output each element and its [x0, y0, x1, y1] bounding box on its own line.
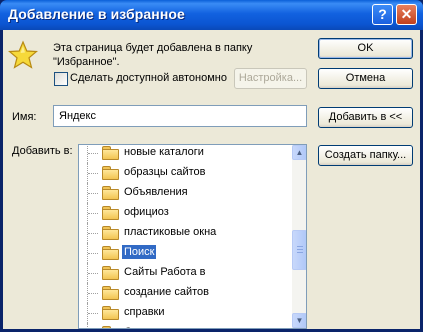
folder-item[interactable]: пластиковые окна: [79, 223, 292, 243]
scroll-down-icon: ▼: [295, 316, 304, 325]
cancel-button[interactable]: Отмена: [318, 68, 413, 89]
tree-line: [87, 323, 89, 328]
offline-label[interactable]: Сделать доступной автономно: [70, 72, 227, 84]
folder-name: пластиковые окна: [124, 226, 217, 238]
tree-branch: [88, 293, 98, 294]
folder-icon: [102, 306, 119, 320]
folder-item[interactable]: справки: [79, 303, 292, 323]
name-input[interactable]: Яндекс: [53, 105, 307, 127]
name-label: Имя:: [12, 111, 37, 123]
help-button[interactable]: ?: [372, 4, 393, 25]
folder-tree[interactable]: новые каталоги образцы сайтов Объявления оф…: [78, 144, 307, 329]
new-folder-button[interactable]: Создать папку...: [318, 145, 413, 166]
folder-name: Ссылки: [124, 326, 163, 328]
add-to-toggle-button[interactable]: Добавить в <<: [318, 107, 413, 128]
folder-name: Объявления: [124, 186, 188, 198]
close-icon: ✕: [400, 6, 413, 22]
tree-branch: [88, 253, 98, 254]
tree-branch: [88, 273, 98, 274]
favorites-star-icon: [8, 40, 38, 69]
tree-branch: [88, 313, 98, 314]
folder-icon: [102, 146, 119, 160]
tree-branch: [88, 193, 98, 194]
folder-name: справки: [124, 306, 165, 318]
folder-item[interactable]: создание сайтов: [79, 283, 292, 303]
window-title: Добавление в избранное: [8, 6, 185, 22]
folder-item[interactable]: Сайты Работа в: [79, 263, 292, 283]
folder-icon: [102, 166, 119, 180]
folder-name: Поиск: [122, 245, 157, 259]
add-to-label: Добавить в:: [12, 145, 73, 157]
tree-branch: [88, 233, 98, 234]
folder-icon: [102, 286, 119, 300]
ok-button[interactable]: OK: [318, 38, 413, 59]
folder-icon: [102, 326, 118, 328]
folder-item[interactable]: официоз: [79, 203, 292, 223]
close-button[interactable]: ✕: [396, 4, 417, 25]
folder-item[interactable]: образцы сайтов: [79, 163, 292, 183]
tree-branch: [88, 173, 98, 174]
info-line-1: Эта страница будет добавлена в папку: [53, 42, 253, 54]
folder-name: создание сайтов: [124, 286, 209, 298]
title-bar[interactable]: Добавление в избранное ? ✕: [0, 0, 423, 30]
folder-item[interactable]: Поиск: [79, 243, 292, 263]
dialog-window: Добавление в избранное ? ✕ Эта страница …: [0, 0, 423, 332]
help-icon: ?: [378, 6, 387, 22]
scroll-thumb[interactable]: [292, 230, 306, 270]
settings-button[interactable]: Настройка...: [234, 68, 307, 89]
folder-item[interactable]: Ссылки: [79, 323, 292, 328]
folder-item[interactable]: новые каталоги: [79, 145, 292, 163]
folder-name: новые каталоги: [124, 146, 204, 158]
folder-name: официоз: [124, 206, 169, 218]
tree-scrollbar[interactable]: ▲ ▼: [292, 145, 306, 328]
scroll-up-button[interactable]: ▲: [292, 145, 306, 160]
offline-checkbox[interactable]: [54, 72, 68, 86]
scroll-down-button[interactable]: ▼: [292, 313, 306, 328]
folder-icon: [102, 226, 119, 240]
scroll-up-icon: ▲: [295, 148, 304, 157]
info-line-2: "Избранное".: [53, 56, 120, 68]
folder-icon: [102, 246, 119, 260]
folder-icon: [102, 186, 119, 200]
folder-name: Сайты Работа в: [124, 266, 206, 278]
folder-item[interactable]: Объявления: [79, 183, 292, 203]
name-input-value: Яндекс: [59, 110, 96, 122]
info-text: Эта страница будет добавлена в папку "Из…: [53, 41, 252, 69]
folder-icon: [102, 206, 119, 220]
folder-name: образцы сайтов: [124, 166, 206, 178]
tree-branch: [88, 153, 98, 154]
tree-branch: [88, 213, 98, 214]
dialog-client-area: Эта страница будет добавлена в папку "Из…: [3, 30, 420, 329]
folder-icon: [102, 266, 119, 280]
